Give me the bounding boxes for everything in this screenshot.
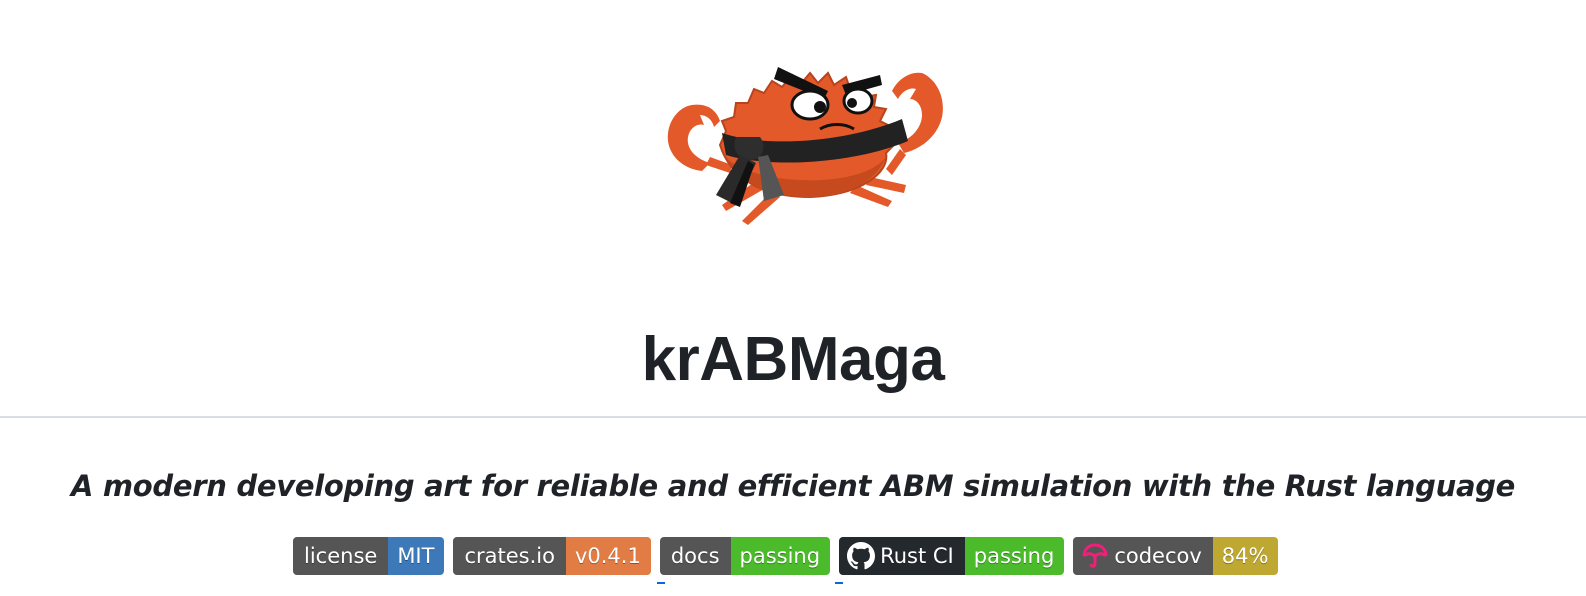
- page-title: krABMaga: [641, 325, 945, 394]
- tagline: A modern developing art for reliable and…: [70, 469, 1516, 503]
- badge-label: Rust CI: [880, 544, 954, 568]
- badge-label: crates.io: [453, 537, 566, 575]
- crates-io-badge[interactable]: crates.io v0.4.1: [453, 537, 651, 575]
- badge-label-wrap: Rust CI: [839, 537, 965, 575]
- badge-label-wrap: codecov: [1073, 537, 1213, 575]
- badge-message: 84%: [1212, 537, 1279, 575]
- badge-row: license MIT crates.io v0.4.1 docs passin…: [293, 537, 1287, 575]
- docs-badge[interactable]: docs passing: [659, 537, 831, 575]
- badge-message: MIT: [388, 537, 445, 575]
- badge-label: license: [293, 537, 389, 575]
- license-badge[interactable]: license MIT: [293, 537, 445, 575]
- github-icon: [847, 542, 876, 570]
- badge-label: codecov: [1114, 544, 1202, 568]
- codecov-umbrella-icon: [1082, 543, 1108, 568]
- badge-message: passing: [964, 537, 1065, 575]
- logo: [660, 45, 950, 225]
- link-underline: [835, 582, 843, 584]
- codecov-badge[interactable]: codecov 84%: [1073, 537, 1279, 575]
- rust-ci-badge[interactable]: Rust CI passing: [839, 537, 1065, 575]
- badge-label: docs: [659, 537, 731, 575]
- badge-message: passing: [730, 537, 831, 575]
- link-underline: [657, 582, 665, 584]
- heading-divider: [0, 416, 1586, 418]
- badge-message: v0.4.1: [565, 537, 651, 575]
- ferris-crab-black-belt-icon: [667, 67, 943, 225]
